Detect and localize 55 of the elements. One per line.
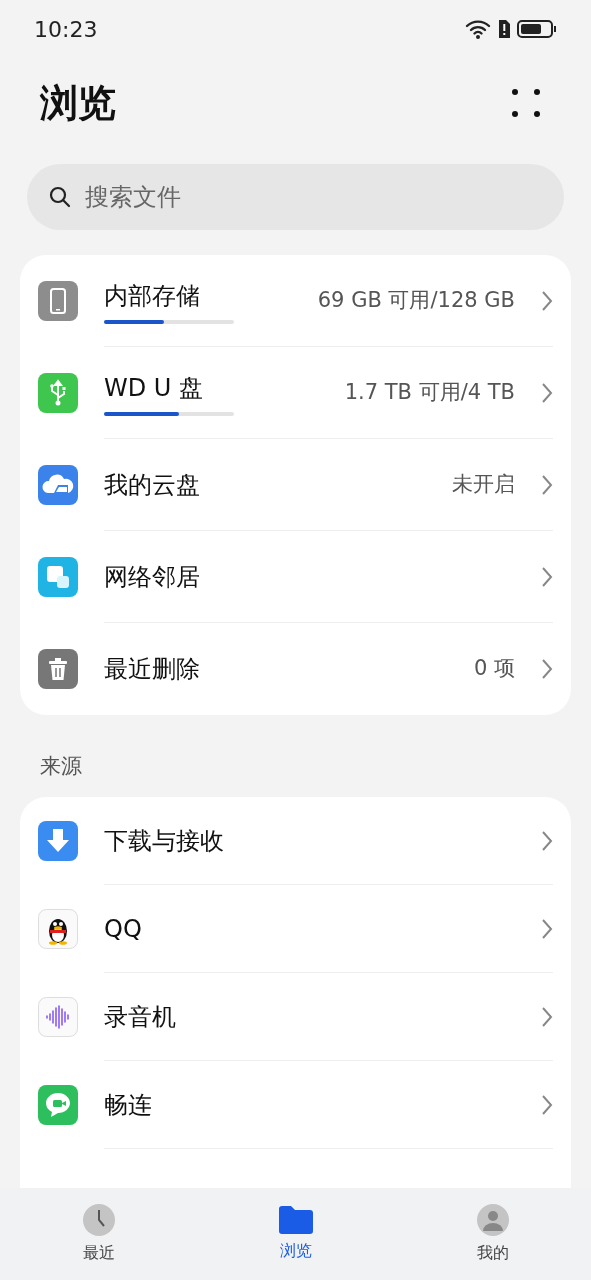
- source-row[interactable]: QQ: [38, 884, 553, 973]
- item-detail: 未开启: [452, 471, 515, 499]
- source-row[interactable]: 畅连: [38, 1060, 553, 1149]
- status-time: 10:23: [34, 15, 98, 44]
- nav-tab[interactable]: 最近: [0, 1188, 197, 1280]
- battery-icon: [517, 19, 557, 39]
- location-row[interactable]: WD U 盘 1.7 TB 可用/4 TB: [38, 347, 553, 439]
- item-label: QQ: [104, 913, 143, 945]
- location-row[interactable]: 内部存储 69 GB 可用/128 GB: [38, 255, 553, 347]
- chevron-right-icon: [541, 829, 553, 852]
- item-label: 内部存储: [104, 281, 200, 312]
- chevron-right-icon: [541, 474, 553, 496]
- nav-tab[interactable]: 我的: [394, 1188, 591, 1280]
- more-icon[interactable]: [511, 88, 541, 118]
- chevron-right-icon: [541, 290, 553, 312]
- cloud-icon: [38, 465, 78, 505]
- item-label: 我的云盘: [104, 470, 200, 501]
- item-detail: 69 GB 可用/128 GB: [317, 287, 515, 315]
- usb-icon: [38, 373, 78, 413]
- overlapping-squares-icon: [38, 557, 78, 597]
- chevron-right-icon: [541, 917, 553, 940]
- source-row[interactable]: 下载与接收: [38, 796, 553, 885]
- search-field[interactable]: 搜索文件: [27, 164, 564, 230]
- location-row[interactable]: 网络邻居: [38, 531, 553, 623]
- penguin-icon: [38, 908, 78, 949]
- page-title: 浏览: [40, 79, 116, 127]
- wifi-icon: [465, 19, 491, 39]
- item-detail: 1.7 TB 可用/4 TB: [344, 379, 515, 407]
- folder-icon: [277, 1205, 314, 1235]
- source-row[interactable]: 录音机: [38, 972, 553, 1061]
- location-row[interactable]: 最近删除 0 项: [38, 623, 553, 715]
- sim-alert-icon: [497, 19, 511, 39]
- trash-icon: [38, 649, 78, 689]
- chat-bubble-icon: [38, 1084, 78, 1125]
- sound-wave-icon: [38, 996, 78, 1037]
- item-label: 下载与接收: [104, 825, 225, 857]
- item-label: 网络邻居: [104, 562, 200, 593]
- item-label: 畅连: [104, 1089, 153, 1121]
- item-label: WD U 盘: [104, 373, 204, 404]
- section-heading: 来源: [39, 753, 83, 780]
- item-label: 最近删除: [104, 654, 200, 685]
- item-detail: 0 项: [473, 655, 515, 683]
- download-icon: [38, 820, 78, 861]
- clock-icon: [81, 1203, 116, 1237]
- item-label: 录音机: [104, 1001, 177, 1033]
- avatar-icon: [475, 1203, 510, 1237]
- chevron-right-icon: [541, 382, 553, 404]
- location-row[interactable]: 我的云盘 未开启: [38, 439, 553, 531]
- chevron-right-icon: [541, 1093, 553, 1116]
- chevron-right-icon: [541, 1005, 553, 1028]
- nav-tab[interactable]: 浏览: [197, 1188, 394, 1280]
- search-icon: [49, 186, 71, 208]
- chevron-right-icon: [541, 658, 553, 680]
- chevron-right-icon: [541, 566, 553, 588]
- phone-icon: [38, 281, 78, 321]
